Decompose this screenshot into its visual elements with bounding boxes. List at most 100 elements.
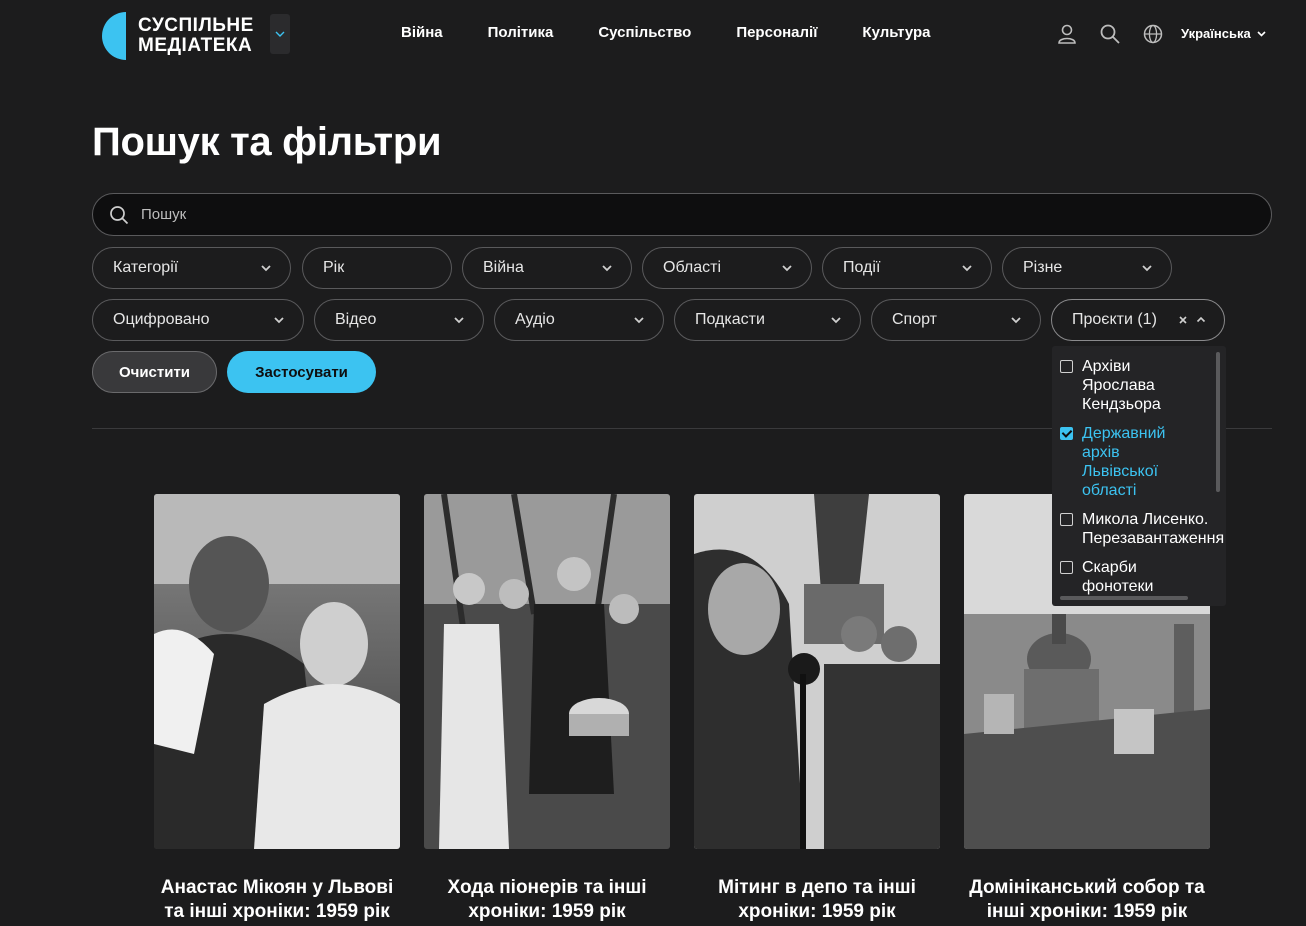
chevron-down-icon bbox=[454, 317, 464, 324]
filter-label: Події bbox=[843, 259, 881, 276]
apply-button[interactable]: Застосувати bbox=[227, 351, 376, 393]
option-line: Ярослава bbox=[1082, 377, 1155, 394]
chevron-down-icon bbox=[261, 265, 271, 272]
logo-menu-toggle[interactable] bbox=[270, 14, 290, 54]
logo-line-2: МЕДІАТЕКА bbox=[138, 35, 253, 56]
card-title-line: та інші хроніки: 1959 рік bbox=[164, 901, 390, 922]
result-card[interactable]: Хода піонерів та інші хроніки: 1959 рік bbox=[424, 494, 670, 922]
globe-icon[interactable] bbox=[1142, 23, 1164, 45]
card-image[interactable] bbox=[424, 494, 670, 849]
option-line: Перезавантаження bbox=[1082, 530, 1225, 547]
page-title: Пошук та фільтри bbox=[92, 120, 442, 164]
card-title-line: хроніки: 1959 рік bbox=[468, 901, 626, 922]
filter-regions[interactable]: Області bbox=[642, 247, 812, 289]
site-header: СУСПІЛЬНЕ МЕДІАТЕКА Війна Політика Суспі… bbox=[0, 0, 1306, 70]
nav-item-culture[interactable]: Культура bbox=[862, 24, 930, 41]
filter-label: Спорт bbox=[892, 311, 937, 328]
filter-year[interactable]: Рік bbox=[302, 247, 452, 289]
projects-dropdown[interactable]: Архіви Ярослава Кендзьора Державний архі… bbox=[1052, 346, 1226, 606]
filter-projects[interactable]: Проєкти (1) bbox=[1051, 299, 1225, 341]
option-label: Державний архів Львівської області bbox=[1082, 424, 1165, 500]
filter-label: Подкасти bbox=[695, 311, 765, 328]
filter-video[interactable]: Відео bbox=[314, 299, 484, 341]
checkbox[interactable] bbox=[1060, 360, 1073, 373]
card-title-line: Мітинг в депо та інші bbox=[718, 877, 916, 898]
option-label: Скарби фонотеки bbox=[1082, 558, 1153, 596]
filter-war[interactable]: Війна bbox=[462, 247, 632, 289]
option-line: Кендзьора bbox=[1082, 396, 1161, 413]
chevron-down-icon bbox=[1011, 317, 1021, 324]
card-title-line: Анастас Мікоян у Львові bbox=[160, 877, 394, 898]
horizontal-scrollbar[interactable] bbox=[1060, 596, 1188, 600]
search-icon bbox=[110, 205, 129, 224]
project-option[interactable]: Скарби фонотеки bbox=[1060, 558, 1153, 596]
option-line: Скарби bbox=[1082, 559, 1137, 576]
filter-audio[interactable]: Аудіо bbox=[494, 299, 664, 341]
option-label: Микола Лисенко. Перезавантаження bbox=[1082, 510, 1224, 548]
close-icon[interactable] bbox=[1178, 315, 1188, 325]
chevron-down-icon bbox=[602, 265, 612, 272]
language-selector[interactable]: Українська bbox=[1181, 26, 1266, 41]
project-option[interactable]: Микола Лисенко. Перезавантаження bbox=[1060, 510, 1224, 548]
card-title-line: інші хроніки: 1959 рік bbox=[986, 901, 1188, 922]
nav-item-society[interactable]: Суспільство bbox=[598, 24, 691, 41]
option-label: Архіви Ярослава Кендзьора bbox=[1082, 357, 1161, 414]
project-option[interactable]: Державний архів Львівської області bbox=[1060, 424, 1165, 500]
chevron-up-icon bbox=[1196, 316, 1206, 323]
chevron-down-icon bbox=[831, 317, 841, 324]
search-bar[interactable] bbox=[92, 193, 1272, 236]
logo[interactable]: СУСПІЛЬНЕ МЕДІАТЕКА bbox=[100, 12, 290, 60]
nav-item-war[interactable]: Війна bbox=[401, 24, 443, 41]
chevron-down-icon bbox=[274, 317, 284, 324]
checkbox[interactable] bbox=[1060, 561, 1073, 574]
result-card[interactable]: Анастас Мікоян у Львові та інші хроніки:… bbox=[154, 494, 400, 922]
filter-label: Області bbox=[663, 259, 722, 276]
card-title-line: Хода піонерів та інші bbox=[447, 877, 647, 898]
logo-line-1: СУСПІЛЬНЕ bbox=[138, 15, 254, 36]
chevron-down-icon bbox=[782, 265, 792, 272]
option-line: Львівської bbox=[1082, 463, 1159, 480]
main-nav: Війна Політика Суспільство Персоналії Ку… bbox=[401, 24, 976, 41]
checkbox-checked[interactable] bbox=[1060, 427, 1073, 440]
card-title[interactable]: Хода піонерів та інші хроніки: 1959 рік bbox=[404, 876, 690, 924]
card-title-line: хроніки: 1959 рік bbox=[738, 901, 896, 922]
chevron-down-icon bbox=[634, 317, 644, 324]
search-icon[interactable] bbox=[1099, 23, 1121, 45]
nav-item-politics[interactable]: Політика bbox=[488, 24, 554, 41]
card-title-line: Домініканський собор та bbox=[969, 877, 1205, 898]
card-title[interactable]: Мітинг в депо та інші хроніки: 1959 рік bbox=[674, 876, 960, 924]
filter-digitized[interactable]: Оцифровано bbox=[92, 299, 304, 341]
vertical-scrollbar[interactable] bbox=[1216, 352, 1220, 492]
card-title[interactable]: Домініканський собор та інші хроніки: 19… bbox=[944, 876, 1230, 924]
filter-label: Рік bbox=[323, 259, 345, 276]
filter-sport[interactable]: Спорт bbox=[871, 299, 1041, 341]
option-line: Микола Лисенко. bbox=[1082, 511, 1209, 528]
chevron-down-icon bbox=[1142, 265, 1152, 272]
result-card[interactable]: Мітинг в депо та інші хроніки: 1959 рік bbox=[694, 494, 940, 922]
user-icon[interactable] bbox=[1056, 23, 1078, 45]
filter-label: Різне bbox=[1023, 259, 1063, 276]
filter-events[interactable]: Події bbox=[822, 247, 992, 289]
project-option[interactable]: Архіви Ярослава Кендзьора bbox=[1060, 357, 1161, 414]
chevron-down-icon bbox=[275, 31, 285, 37]
clear-button[interactable]: Очистити bbox=[92, 351, 217, 393]
filter-misc[interactable]: Різне bbox=[1002, 247, 1172, 289]
checkbox[interactable] bbox=[1060, 513, 1073, 526]
logo-mark-icon bbox=[100, 12, 130, 60]
card-image[interactable] bbox=[694, 494, 940, 849]
search-input[interactable] bbox=[141, 206, 1141, 223]
card-title[interactable]: Анастас Мікоян у Львові та інші хроніки:… bbox=[134, 876, 420, 924]
filter-label: Проєкти (1) bbox=[1072, 311, 1157, 328]
card-image[interactable] bbox=[154, 494, 400, 849]
option-line: фонотеки bbox=[1082, 578, 1154, 595]
filter-categories[interactable]: Категорії bbox=[92, 247, 291, 289]
filter-label: Аудіо bbox=[515, 311, 555, 328]
nav-item-personalities[interactable]: Персоналії bbox=[736, 24, 817, 41]
option-line: області bbox=[1082, 482, 1137, 499]
option-line: Архіви bbox=[1082, 358, 1131, 375]
chevron-down-icon bbox=[962, 265, 972, 272]
filter-podcasts[interactable]: Подкасти bbox=[674, 299, 861, 341]
logo-text: СУСПІЛЬНЕ МЕДІАТЕКА bbox=[138, 16, 254, 56]
option-line: Державний bbox=[1082, 425, 1166, 442]
filter-label: Відео bbox=[335, 311, 377, 328]
